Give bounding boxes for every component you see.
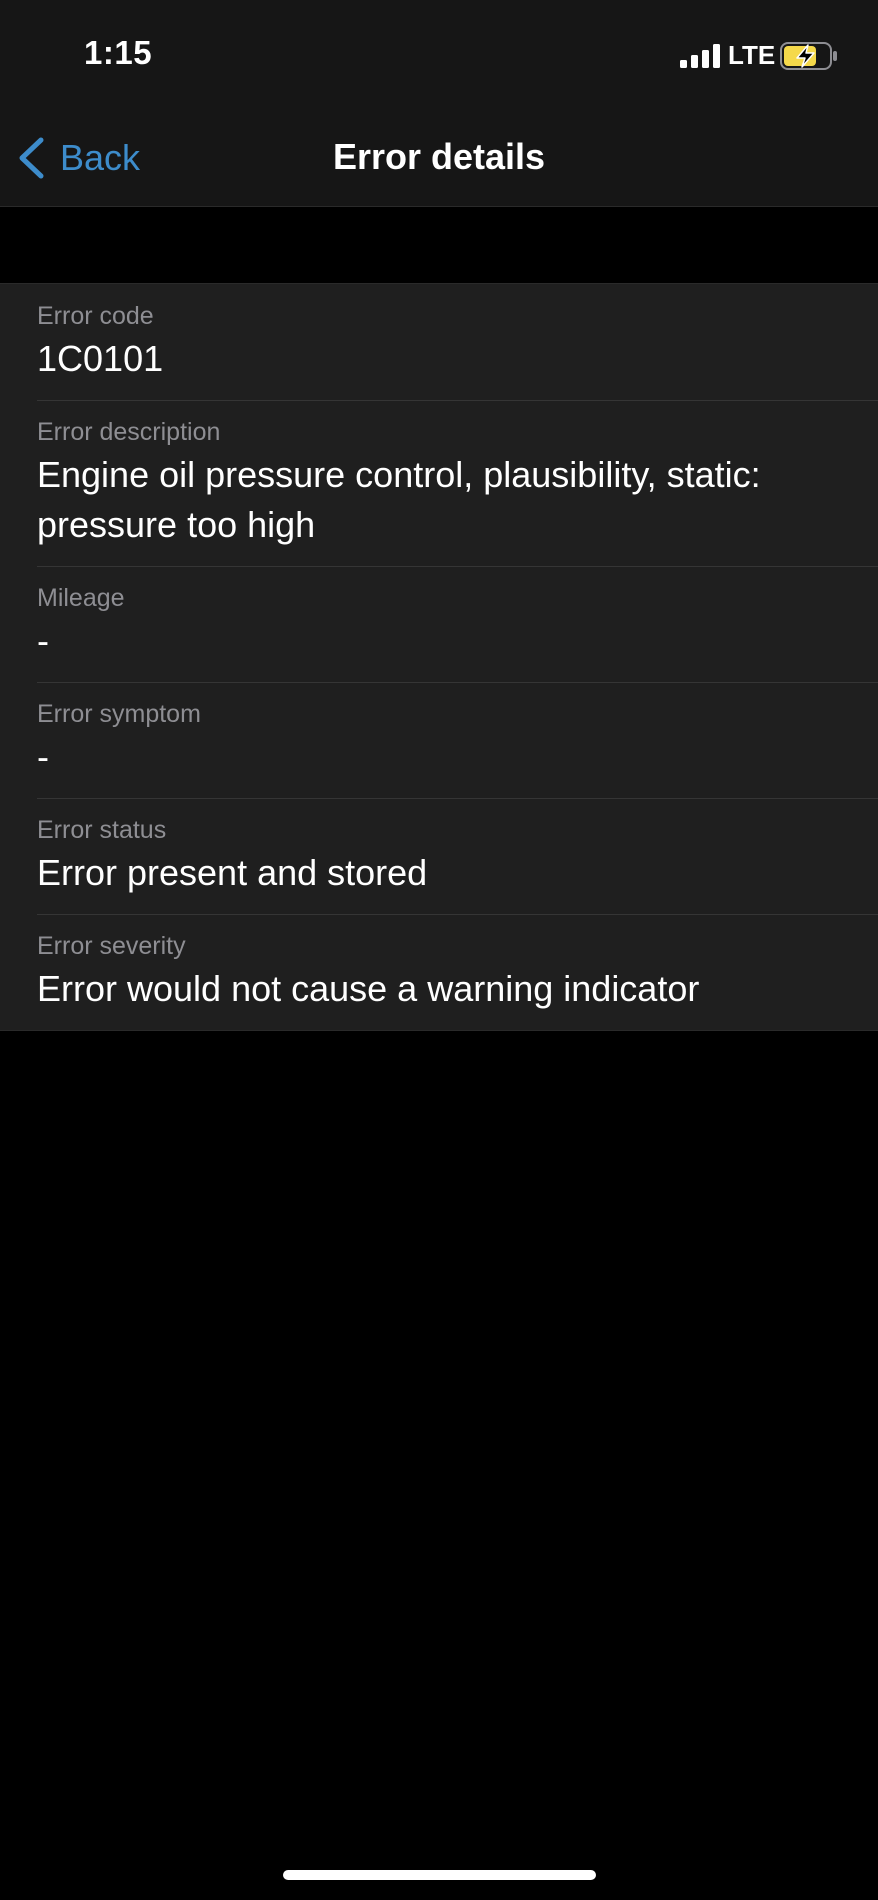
detail-row-error-status: Error status Error present and stored <box>0 798 878 914</box>
detail-row-mileage: Mileage - <box>0 566 878 682</box>
navigation-bar: Back Error details <box>0 110 878 207</box>
battery-charging-icon <box>780 42 837 70</box>
detail-row-error-code: Error code 1C0101 <box>0 284 878 400</box>
detail-value: - <box>37 736 49 777</box>
detail-label: Error code <box>37 302 154 330</box>
detail-value: 1C0101 <box>37 338 164 379</box>
home-indicator[interactable] <box>283 1870 596 1880</box>
detail-label: Error symptom <box>37 700 201 728</box>
error-details-list: Error code 1C0101 Error description Engi… <box>0 283 878 1031</box>
page-title: Error details <box>332 136 546 177</box>
detail-value: - <box>37 620 49 661</box>
detail-row-error-description: Error description Engine oil pressure co… <box>0 400 878 566</box>
detail-value: Error would not cause a warning indicato… <box>37 968 700 1009</box>
detail-label: Error description <box>37 418 221 446</box>
detail-row-error-severity: Error severity Error would not cause a w… <box>0 914 878 1030</box>
detail-label: Error severity <box>37 932 186 960</box>
status-bar: 1:15 LTE <box>0 0 878 110</box>
signal-icon <box>680 44 720 68</box>
status-time: 1:15 <box>84 34 153 71</box>
detail-label: Error status <box>37 816 167 844</box>
detail-label: Mileage <box>37 584 125 612</box>
network-type: LTE <box>728 40 776 70</box>
detail-value: Error present and stored <box>37 852 428 893</box>
detail-value: Engine oil pressure control, plausibilit… <box>37 454 761 545</box>
detail-row-error-symptom: Error symptom - <box>0 682 878 798</box>
